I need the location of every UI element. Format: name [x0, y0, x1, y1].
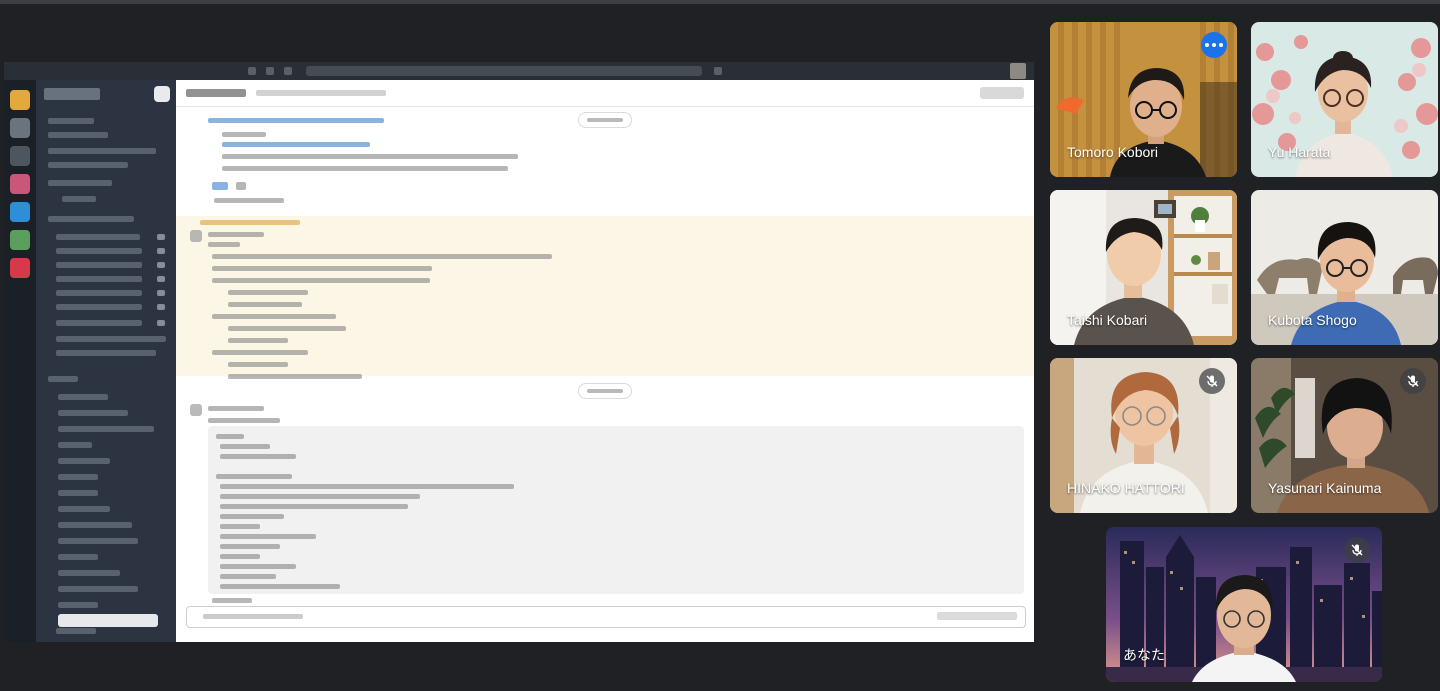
shared-screen[interactable]: [4, 62, 1034, 642]
participant-tile[interactable]: Yu Harata: [1251, 22, 1438, 177]
avatar: [1010, 63, 1026, 79]
code-block: [208, 426, 1024, 594]
self-view-tile[interactable]: あなた: [1106, 527, 1382, 682]
forward-icon: [266, 67, 274, 75]
members-button: [980, 87, 1024, 99]
message-composer: [186, 606, 1026, 628]
workspace-icon: [10, 90, 30, 110]
chat-pane: [176, 80, 1034, 642]
workspace-icon: [10, 174, 30, 194]
workspace-icon: [10, 202, 30, 222]
mic-off-icon: [1199, 368, 1225, 394]
mic-off-icon: [1344, 537, 1370, 563]
participant-tile[interactable]: Taishi Kobari: [1050, 190, 1237, 345]
workspace-rail: [4, 80, 36, 642]
avatar: [190, 404, 202, 416]
history-icon: [284, 67, 292, 75]
help-icon: [714, 67, 722, 75]
participant-name: Kubota Shogo: [1268, 312, 1357, 328]
participant-tile[interactable]: HINAKO HATTORI: [1050, 358, 1237, 513]
workspace-icon: [10, 146, 30, 166]
shared-window-titlebar: [4, 62, 1034, 80]
workspace-name: [44, 88, 100, 100]
avatar: [190, 230, 202, 242]
workspace-icon: [10, 230, 30, 250]
back-icon: [248, 67, 256, 75]
mic-off-icon: [1400, 368, 1426, 394]
top-edge: [0, 0, 1440, 4]
more-horiz-icon: [1205, 43, 1209, 47]
date-divider: [578, 383, 632, 399]
search-bar: [306, 66, 702, 76]
participant-name: Yasunari Kainuma: [1268, 480, 1382, 496]
workspace-icon: [10, 258, 30, 278]
participant-name: Taishi Kobari: [1067, 312, 1148, 328]
date-divider: [578, 112, 632, 128]
participant-name: Yu Harata: [1268, 144, 1331, 160]
more-options-button[interactable]: [1201, 32, 1227, 58]
participant-tile[interactable]: Kubota Shogo: [1251, 190, 1438, 345]
participant-tile[interactable]: Yasunari Kainuma: [1251, 358, 1438, 513]
workspace-icon: [10, 118, 30, 138]
participant-tile[interactable]: Tomoro Kobori: [1050, 22, 1237, 177]
compose-icon: [154, 86, 170, 102]
participant-name: HINAKO HATTORI: [1067, 480, 1185, 496]
participant-name: Tomoro Kobori: [1067, 144, 1159, 160]
participant-name: あなた: [1123, 647, 1165, 663]
channel-header: [176, 80, 1034, 107]
channel-sidebar: [36, 80, 176, 642]
active-channel: [58, 614, 158, 627]
